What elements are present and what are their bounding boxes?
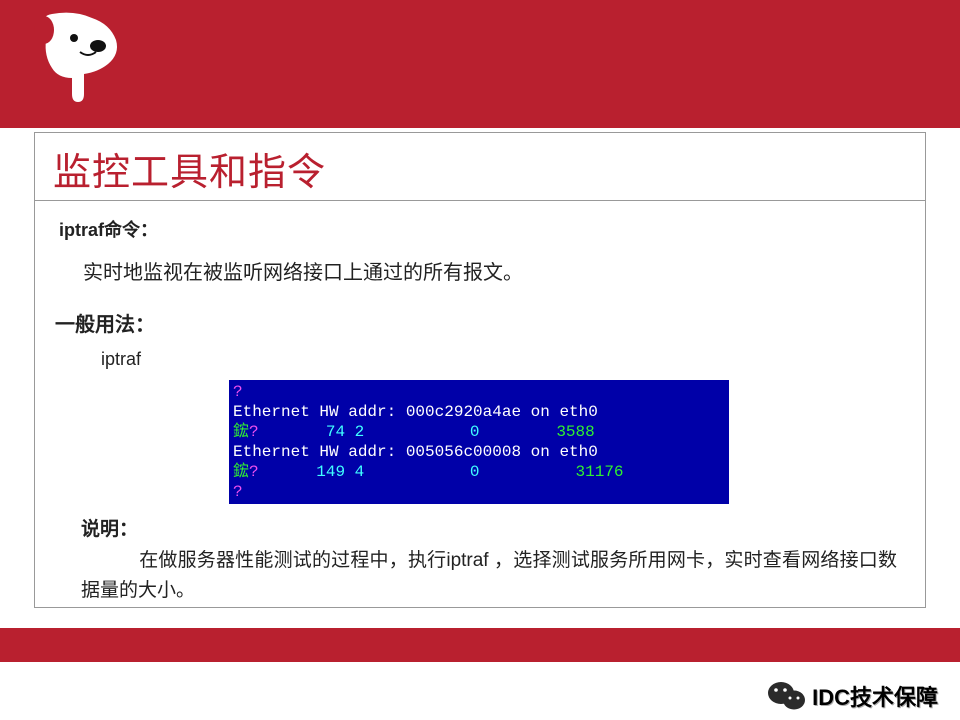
term-line-3: 鋐? 74 2 0 3588: [233, 423, 595, 441]
term-line-6: ?: [233, 483, 243, 501]
usage-command: iptraf: [101, 344, 905, 375]
slide-body: iptraf命令： 实时地监视在被监听网络接口上通过的所有报文。 一般用法： i…: [35, 201, 925, 615]
term-line-2: Ethernet HW addr: 000c2920a4ae on eth0: [233, 403, 598, 421]
note-text: 在做服务器性能测试的过程中，执行iptraf ，选择测试服务所用网卡，实时查看网…: [81, 546, 905, 605]
note-label: 说明：: [81, 514, 905, 546]
footer-text: IDC技术保障: [812, 680, 938, 712]
content-card: 监控工具和指令 iptraf命令： 实时地监视在被监听网络接口上通过的所有报文。…: [34, 132, 926, 608]
terminal-output: ? Ethernet HW addr: 000c2920a4ae on eth0…: [229, 380, 729, 504]
usage-label: 一般用法：: [55, 308, 905, 342]
term-line-5: 鋐? 149 4 0 31176: [233, 463, 624, 481]
term-line-4: Ethernet HW addr: 005056c00008 on eth0: [233, 443, 598, 461]
footer-mark: IDC技术保障: [768, 680, 938, 712]
command-label: iptraf命令：: [59, 215, 905, 246]
footer-band: [0, 628, 960, 662]
slide-page: 监控工具和指令 iptraf命令： 实时地监视在被监听网络接口上通过的所有报文。…: [0, 0, 960, 720]
term-line-1: ?: [233, 383, 243, 401]
wechat-icon: [768, 680, 806, 712]
slide-title: 监控工具和指令: [53, 141, 907, 196]
header-band: [0, 0, 960, 128]
dog-mascot-logo: [34, 8, 124, 108]
title-row: 监控工具和指令: [35, 133, 925, 201]
command-description: 实时地监视在被监听网络接口上通过的所有报文。: [83, 256, 905, 290]
